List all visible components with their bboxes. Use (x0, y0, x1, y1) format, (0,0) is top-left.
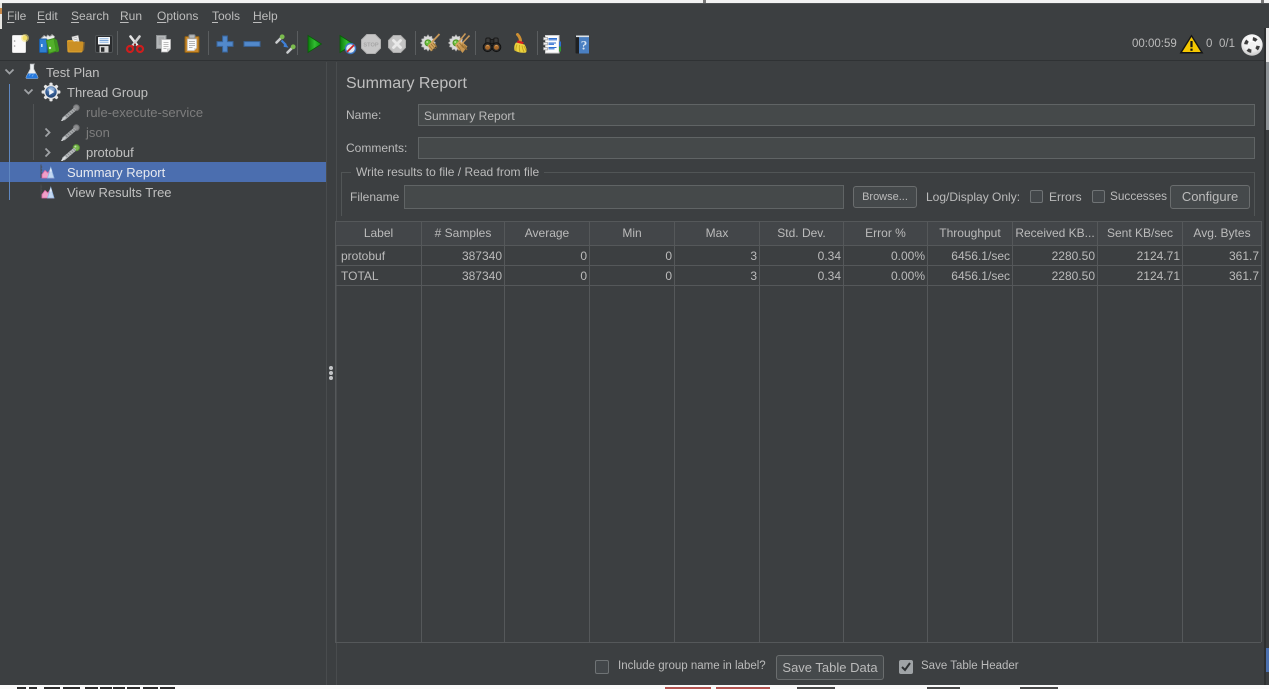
svg-text:?: ? (581, 38, 588, 53)
svg-text:STOP: STOP (363, 42, 378, 48)
